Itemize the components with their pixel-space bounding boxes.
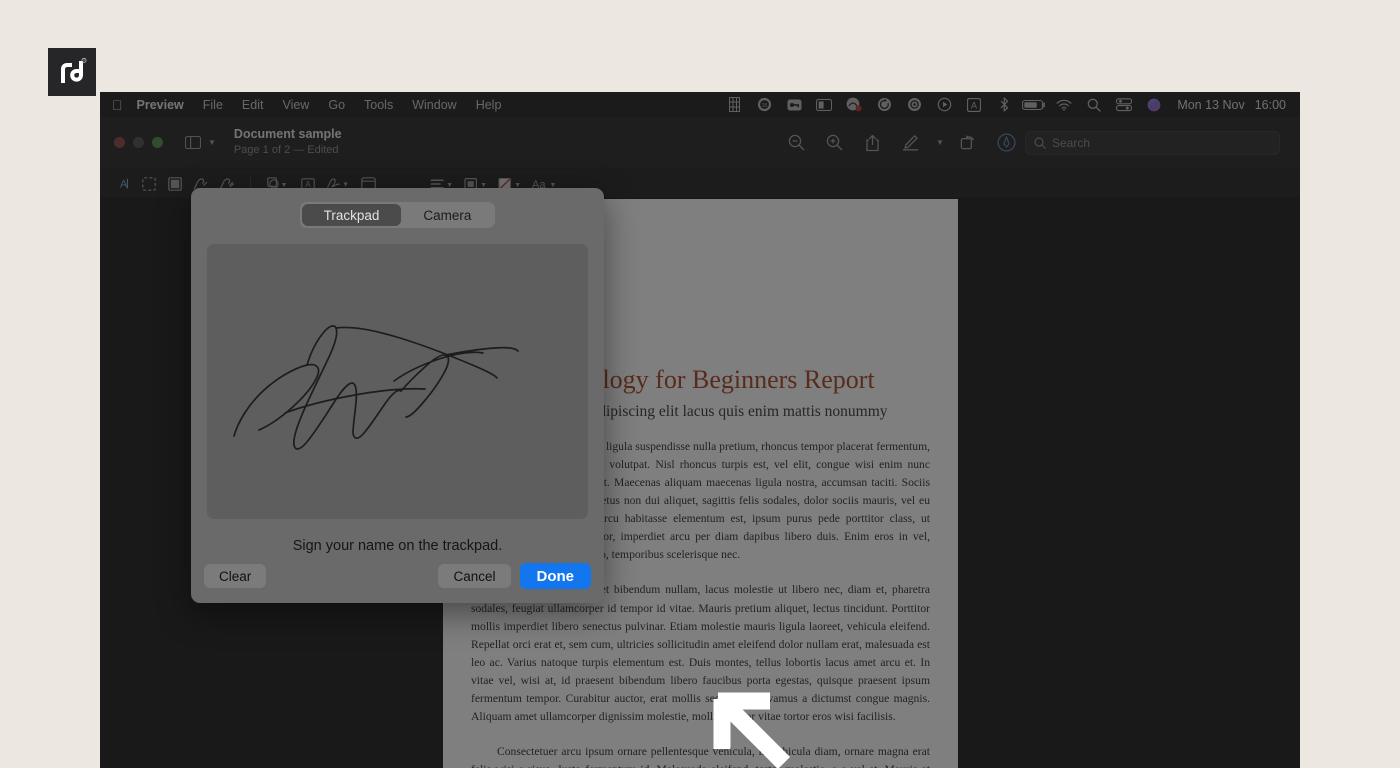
clear-button[interactable]: Clear — [204, 564, 267, 588]
menu-item-window[interactable]: Window — [412, 98, 456, 112]
document-subtitle: Page 1 of 2 — Edited — [233, 144, 339, 157]
menu-bar:  Preview File Edit View Go Tools Window… — [100, 92, 1300, 117]
signature-hint: Sign your name on the trackpad. — [292, 538, 503, 554]
sidebar-toggle-button[interactable]: ▼ — [185, 136, 216, 149]
sidebar-toggle-icon — [185, 136, 201, 149]
rectangular-selection-tool[interactable] — [136, 172, 162, 196]
markup-pen-icon[interactable] — [891, 128, 929, 158]
toolbar-actions: ▼ Search — [777, 128, 1292, 158]
svg-text:A: A — [971, 100, 977, 110]
document-paragraph: Consectetuer arcu ipsum ornare pellentes… — [471, 745, 930, 768]
close-button[interactable] — [114, 137, 125, 148]
document-paragraph: Ac dolor ac adipiscing amet bibendum nul… — [471, 583, 930, 723]
tab-camera[interactable]: Camera — [401, 204, 493, 226]
control-center-icon[interactable] — [1109, 92, 1139, 117]
signature-capture-area[interactable] — [207, 244, 588, 519]
zoom-in-icon[interactable] — [815, 128, 853, 158]
rotate-icon[interactable] — [949, 128, 987, 158]
markup-dropdown-chevron[interactable]: ▼ — [929, 128, 949, 158]
chevron-down-icon: ▼ — [208, 138, 216, 147]
textbox-a-icon[interactable]: A — [959, 92, 989, 117]
zoom-button[interactable] — [152, 137, 163, 148]
traffic-lights — [114, 137, 163, 148]
macos-screen:  Preview File Edit View Go Tools Window… — [100, 92, 1300, 768]
signature-dialog-actions: Clear Cancel Done — [191, 563, 604, 589]
done-button[interactable]: Done — [519, 563, 591, 589]
bluetooth-icon[interactable] — [989, 92, 1019, 117]
menu-item-go[interactable]: Go — [328, 98, 345, 112]
tab-trackpad[interactable]: Trackpad — [301, 204, 402, 226]
search-icon — [1034, 136, 1046, 149]
zoom-out-icon[interactable] — [777, 128, 815, 158]
spotlight-search-icon[interactable] — [1079, 92, 1109, 117]
document-meta: Document sample Page 1 of 2 — Edited — [234, 127, 342, 157]
screenshot-root: R  Preview File Edit View Go Tools Wind… — [0, 0, 1400, 768]
share-icon[interactable] — [853, 128, 891, 158]
svg-text:R: R — [83, 59, 85, 63]
pandadoc-logo: R — [48, 48, 96, 96]
menu-item-help[interactable]: Help — [476, 98, 502, 112]
menubar-time: 16:00 — [1254, 97, 1286, 112]
notification-badge-icon[interactable] — [839, 92, 869, 117]
wifi-icon[interactable] — [1049, 92, 1079, 117]
search-placeholder: Search — [1052, 135, 1091, 150]
annotate-icon[interactable] — [987, 128, 1025, 158]
document-title: Document sample — [233, 127, 342, 142]
siri-icon[interactable] — [1139, 92, 1169, 117]
svg-text:A: A — [120, 179, 128, 191]
instant-alpha-tool[interactable] — [162, 172, 188, 196]
refresh-icon[interactable] — [869, 92, 899, 117]
search-field[interactable]: Search — [1025, 130, 1280, 155]
text-selection-tool[interactable]: A — [110, 172, 136, 196]
drawn-signature — [233, 325, 519, 450]
apple-menu-icon[interactable]:  — [112, 98, 123, 112]
signature-source-tabs: Trackpad Camera — [299, 202, 496, 228]
timer-icon[interactable]: 15 — [749, 92, 779, 117]
battery-icon[interactable] — [1019, 92, 1049, 117]
minimize-button[interactable] — [133, 137, 144, 148]
key-icon[interactable] — [779, 92, 809, 117]
play-circle-icon[interactable] — [929, 92, 959, 117]
figma-icon[interactable] — [719, 92, 749, 117]
menubar-date: Mon 13 Nov — [1177, 97, 1245, 112]
menu-item-file[interactable]: File — [203, 98, 223, 112]
signature-dialog: Trackpad Camera Sign your name on the tr… — [191, 188, 604, 603]
menu-item-tools[interactable]: Tools — [364, 98, 393, 112]
menu-item-edit[interactable]: Edit — [242, 98, 264, 112]
svg-text:15: 15 — [762, 103, 768, 109]
window-toolbar: ▼ Document sample Page 1 of 2 — Edited ▼… — [100, 117, 1300, 169]
cancel-button[interactable]: Cancel — [438, 564, 511, 588]
display-icon[interactable] — [809, 92, 839, 117]
menu-item-view[interactable]: View — [282, 98, 309, 112]
record-icon[interactable] — [899, 92, 929, 117]
actions-right: Cancel Done — [438, 563, 591, 589]
menubar-clock[interactable]: Mon 13 Nov 16:00 — [1177, 98, 1290, 112]
menu-bar-tray: 15 A Mon 13 Nov 16:00 — [719, 92, 1290, 117]
chevron-down-icon: ▼ — [936, 138, 944, 147]
menu-item-preview[interactable]: Preview — [137, 98, 184, 112]
